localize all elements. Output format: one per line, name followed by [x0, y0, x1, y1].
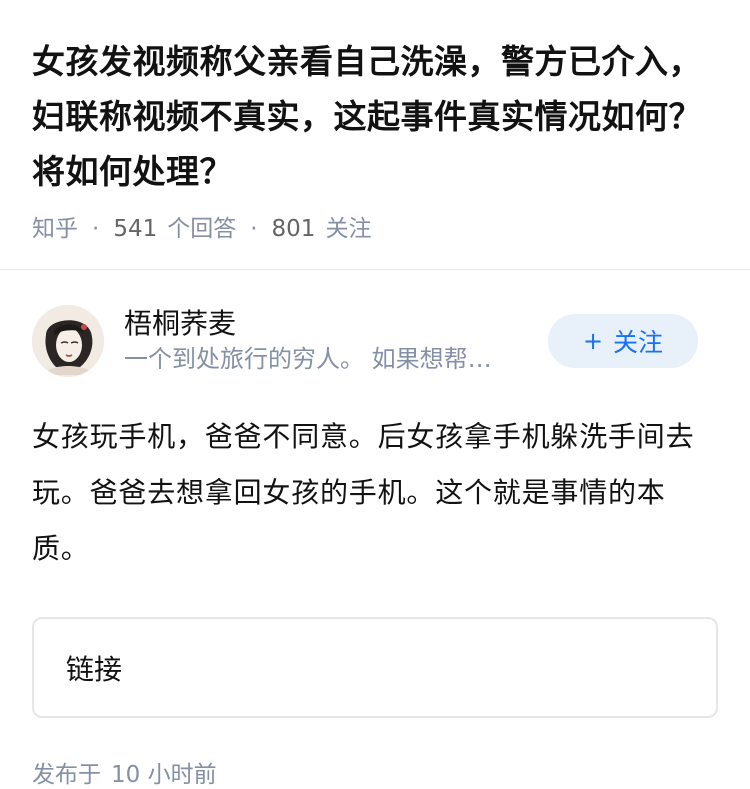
follows-label[interactable]: 关注 — [325, 213, 371, 245]
publish-prefix: 发布于 — [32, 762, 101, 788]
author-bio: 一个到处旅行的穷人。 如果想帮… — [124, 345, 492, 373]
avatar-portrait-icon[interactable] — [32, 305, 104, 377]
follows-count: 801 — [271, 216, 316, 242]
link-card-label: 链接 — [66, 652, 123, 686]
source-label[interactable]: 知乎 — [32, 213, 78, 245]
meta-separator: · — [92, 216, 100, 242]
follow-button-label: 关注 — [613, 328, 664, 357]
question-header: 女孩发视频称父亲看自己洗澡，警方已介入，妇联称视频不真实，这起事件真实情况如何？… — [0, 0, 750, 245]
section-divider — [0, 269, 750, 270]
author-name[interactable]: 梧桐荞麦 — [124, 306, 524, 342]
publish-time-value: 10 小时前 — [111, 762, 217, 788]
answers-label[interactable]: 个回答 — [167, 213, 236, 245]
link-card[interactable]: 链接 — [32, 617, 718, 718]
answer-card: 梧桐荞麦 一个到处旅行的穷人。 如果想帮… + 关注 女孩玩手机，爸爸不同意。后… — [0, 305, 750, 789]
answer-content[interactable]: 女孩玩手机，爸爸不同意。后女孩拿手机躲洗手间去玩。爸爸去想拿回女孩的手机。这个就… — [32, 409, 718, 577]
question-meta: 知乎 · 541 个回答 · 801 关注 — [32, 213, 718, 245]
answers-count: 541 — [113, 216, 158, 242]
author-row: 梧桐荞麦 一个到处旅行的穷人。 如果想帮… + 关注 — [32, 305, 718, 377]
author-info: 梧桐荞麦 一个到处旅行的穷人。 如果想帮… — [124, 306, 524, 376]
follow-button[interactable]: + 关注 — [548, 314, 698, 368]
meta-separator: · — [250, 216, 258, 242]
publish-time: 发布于 10 小时前 — [32, 755, 718, 789]
plus-icon: + — [582, 327, 604, 355]
question-title[interactable]: 女孩发视频称父亲看自己洗澡，警方已介入，妇联称视频不真实，这起事件真实情况如何？… — [32, 34, 718, 199]
